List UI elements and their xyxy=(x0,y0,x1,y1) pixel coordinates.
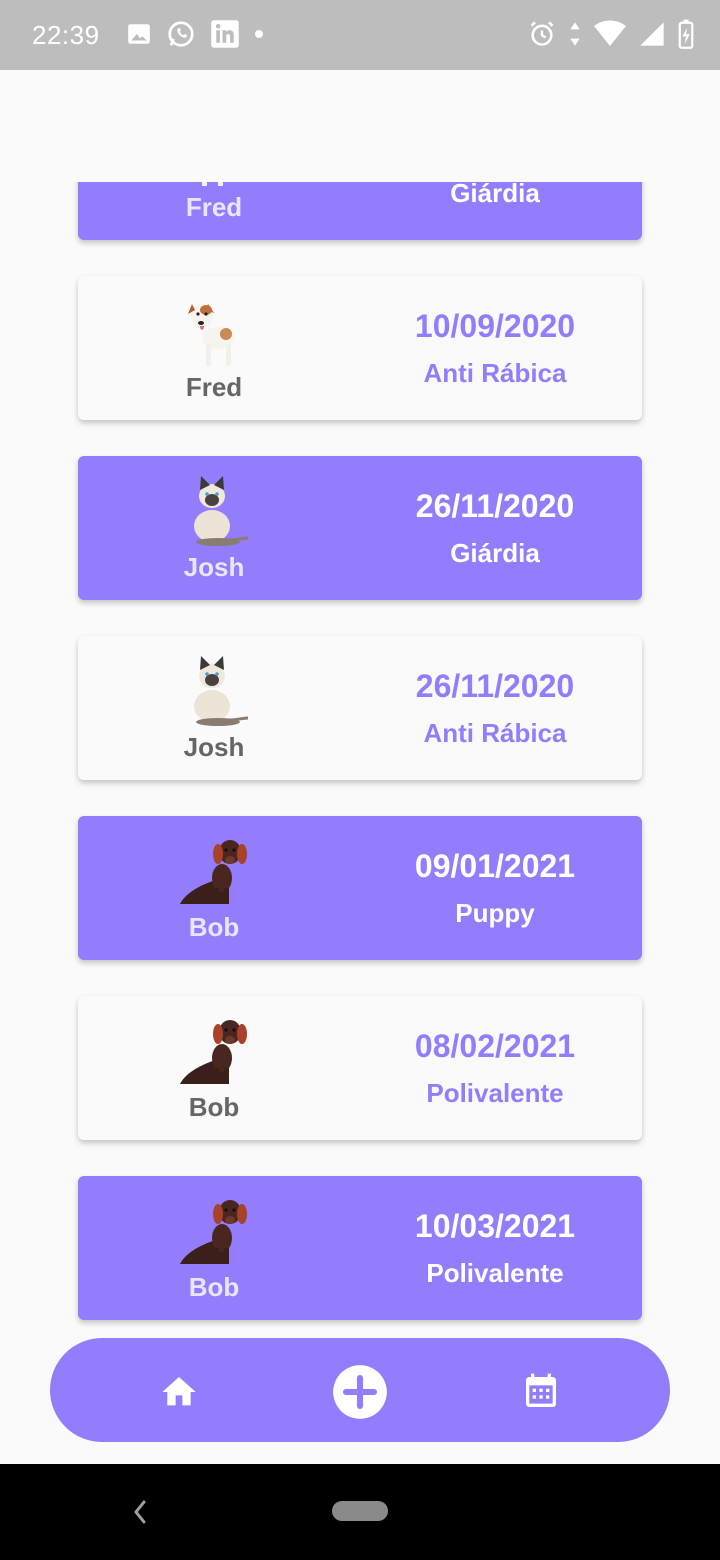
dog-jack-russell-icon xyxy=(202,182,223,186)
dog-jack-russell-icon xyxy=(188,304,234,366)
home-pill[interactable] xyxy=(332,1501,388,1521)
calendar-icon xyxy=(526,1373,556,1407)
linkedin-icon xyxy=(211,20,239,48)
dog-dachshund-icon xyxy=(180,840,247,904)
bottom-nav xyxy=(50,1338,670,1442)
vaccine-card[interactable]: Fred Giárdia xyxy=(78,182,642,240)
status-time: 22:39 xyxy=(32,20,100,50)
vaccine-date: 09/01/2021 xyxy=(414,848,576,884)
dog-dachshund-icon xyxy=(180,1200,247,1264)
vaccine-date: 26/11/2020 xyxy=(415,488,575,524)
wifi-icon xyxy=(594,20,626,46)
notification-icons xyxy=(126,19,264,49)
pet-name: Bob xyxy=(188,1272,240,1302)
pet-name: Fred xyxy=(185,372,243,402)
vaccine-name: Polivalente xyxy=(426,1078,564,1108)
dot-icon xyxy=(255,30,263,38)
vaccine-name: Anti Rábica xyxy=(423,358,567,388)
home-icon xyxy=(162,1377,196,1406)
alarm-icon xyxy=(530,21,554,46)
vaccine-name: Giárdia xyxy=(450,182,540,208)
cat-siamese-icon xyxy=(194,656,249,726)
home-button[interactable] xyxy=(151,1364,207,1420)
pet-name: Josh xyxy=(183,732,245,762)
battery-charging-icon xyxy=(678,19,694,49)
dog-dachshund-icon xyxy=(180,1020,247,1084)
vaccine-card[interactable]: Josh 26/11/2020 Anti Rábica xyxy=(78,636,642,780)
system-status-icons xyxy=(528,19,694,49)
vaccine-card[interactable]: Bob 10/03/2021 Polivalente xyxy=(78,1176,642,1320)
pet-name: Fred xyxy=(185,192,243,222)
vaccine-date: 08/02/2021 xyxy=(414,1028,576,1064)
add-circle-icon xyxy=(333,1365,387,1419)
vaccine-date: 10/09/2020 xyxy=(414,308,576,344)
cat-siamese-icon xyxy=(194,476,249,546)
vaccine-card[interactable]: Bob 09/01/2021 Puppy xyxy=(78,816,642,960)
pet-name: Bob xyxy=(188,912,240,942)
pet-name: Josh xyxy=(183,552,245,582)
vaccine-card[interactable]: Bob 08/02/2021 Polivalente xyxy=(78,996,642,1140)
image-icon xyxy=(128,24,150,44)
vaccine-card[interactable]: Fred 10/09/2020 Anti Rábica xyxy=(78,276,642,420)
calendar-button[interactable] xyxy=(513,1364,569,1420)
whatsapp-icon xyxy=(168,21,194,47)
add-button[interactable] xyxy=(332,1364,388,1420)
vaccine-name: Anti Rábica xyxy=(423,718,567,748)
status-bar: 22:39 xyxy=(0,0,720,70)
vaccine-list[interactable]: Fred Giárdia Fred 10/09/2020 Anti Rábica xyxy=(0,182,720,1338)
data-arrows-icon xyxy=(570,22,580,46)
vaccine-card[interactable]: Josh 26/11/2020 Giárdia xyxy=(78,456,642,600)
vaccine-name: Puppy xyxy=(455,898,535,928)
pet-name: Bob xyxy=(188,1092,240,1122)
cell-signal-icon xyxy=(640,22,664,46)
vaccine-date: 26/11/2020 xyxy=(415,668,575,704)
vaccine-name: Giárdia xyxy=(450,538,540,568)
back-icon[interactable] xyxy=(126,1494,156,1530)
vaccine-name: Polivalente xyxy=(426,1258,564,1288)
vaccine-date: 10/03/2021 xyxy=(414,1208,576,1244)
